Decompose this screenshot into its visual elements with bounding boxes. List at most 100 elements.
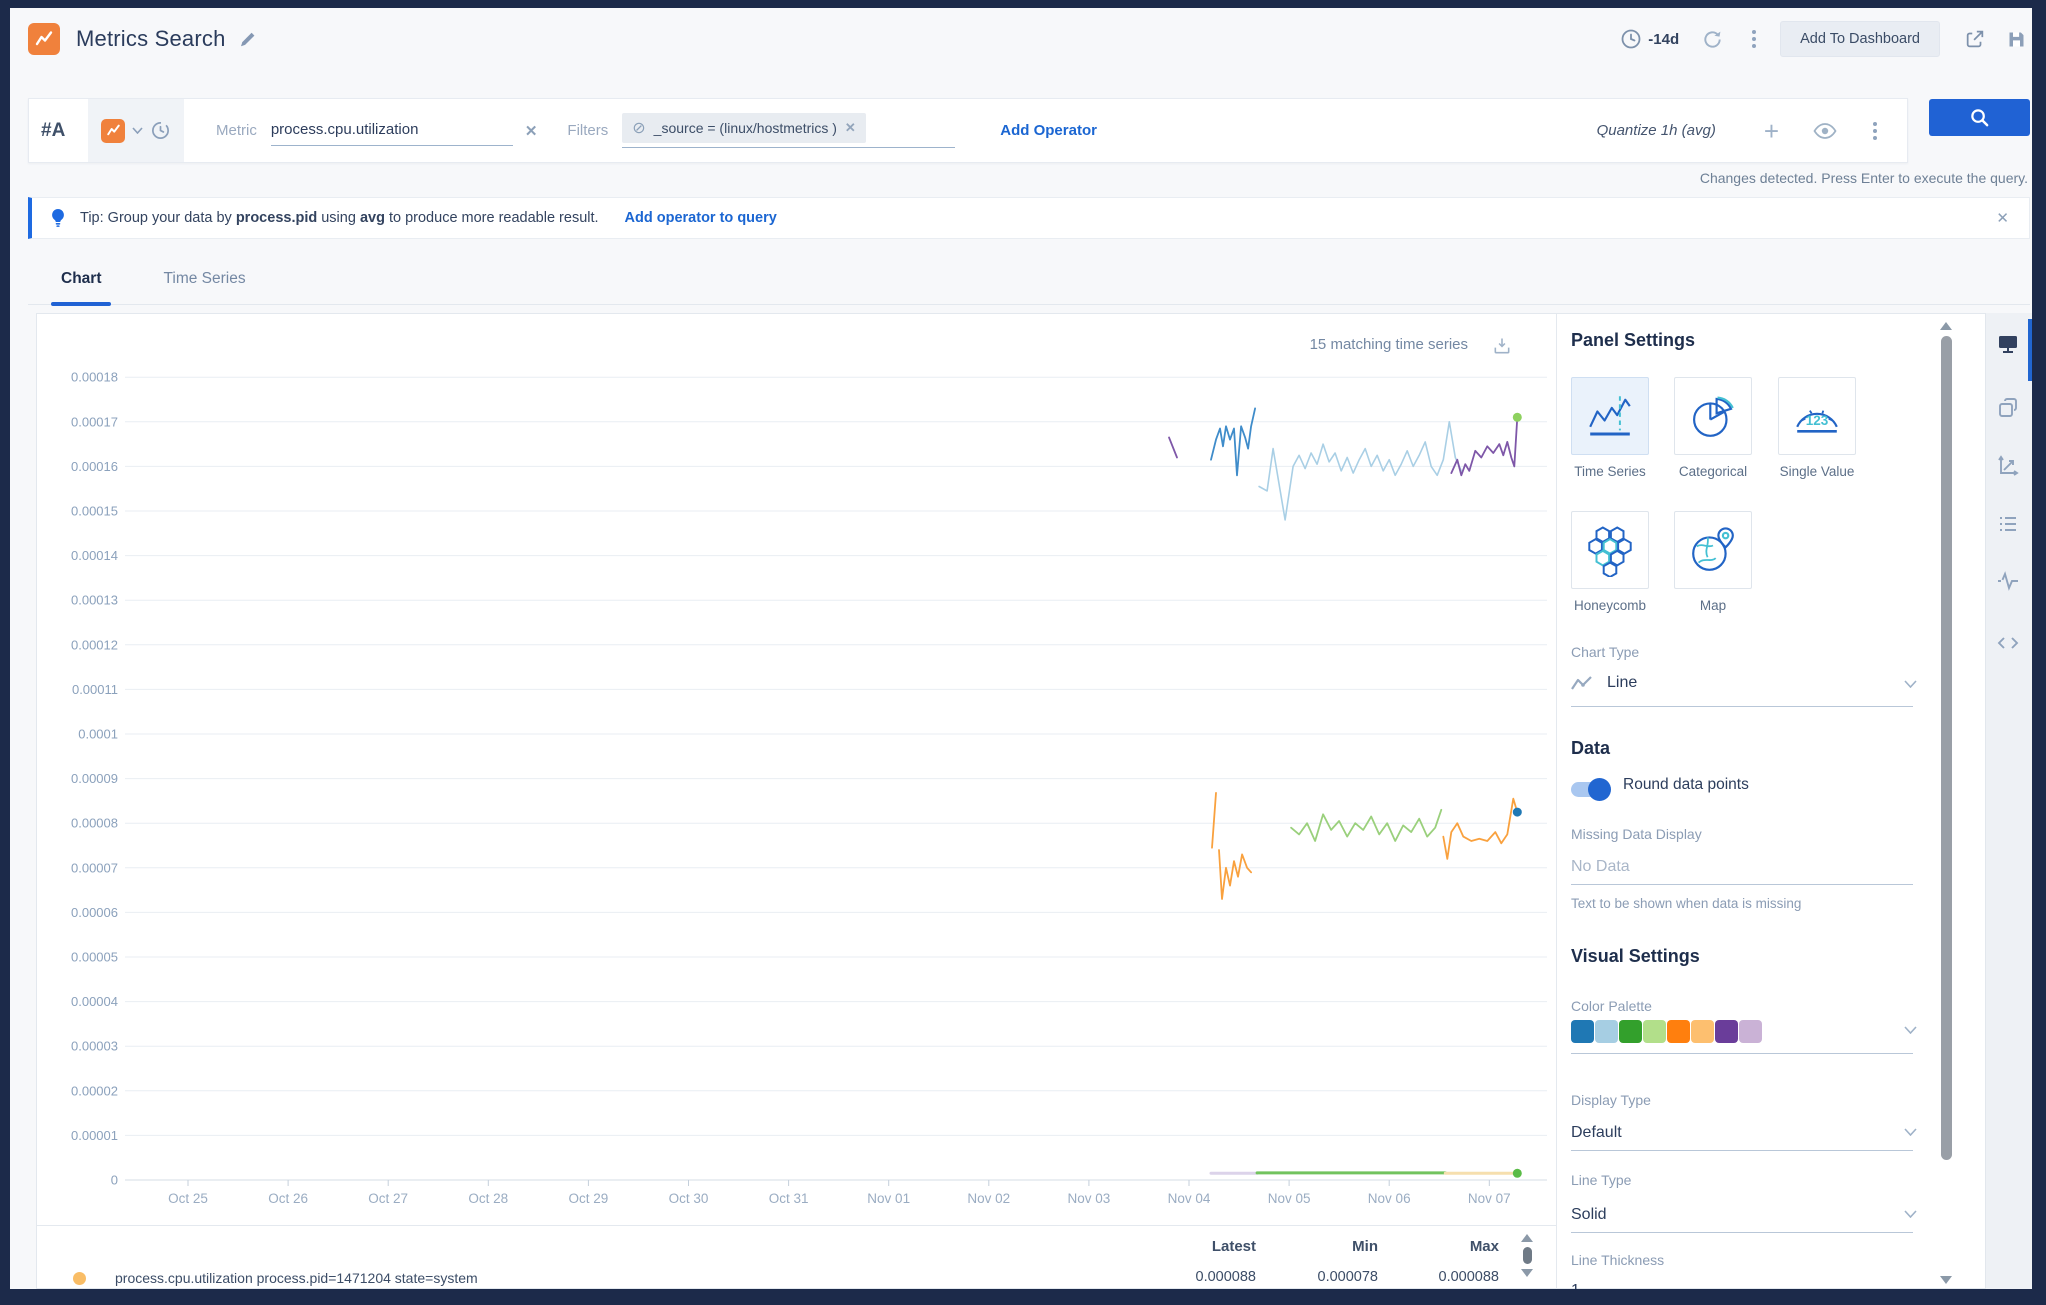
svg-text:0.00017: 0.00017 [71, 414, 118, 429]
svg-text:0.00014: 0.00014 [71, 548, 118, 563]
chart-type-chevron-icon[interactable] [1904, 680, 1917, 688]
svg-text:Nov 04: Nov 04 [1168, 1191, 1211, 1206]
app-background: Metrics Search -14d Add To Dashboard #A [10, 8, 2032, 1289]
scroll-thumb[interactable] [1941, 336, 1952, 1160]
color-palette-chevron-icon[interactable] [1904, 1026, 1917, 1034]
chart-pane: 15 matching time series 00.000010.000020… [37, 314, 1557, 1289]
display-type-label: Display Type [1571, 1092, 1651, 1108]
filters-input[interactable]: ⊘ _source = (linux/hostmetrics ) ✕ [622, 113, 955, 148]
categorical-tile-icon [1686, 389, 1740, 443]
svg-text:Nov 07: Nov 07 [1468, 1191, 1511, 1206]
tab-time-series[interactable]: Time Series [153, 270, 255, 304]
list-icon[interactable] [1996, 512, 2020, 536]
panel-type-single-value[interactable]: 123 Single Value [1778, 377, 1856, 479]
legend-min-value: 0.000078 [1318, 1269, 1378, 1285]
svg-text:0: 0 [111, 1173, 118, 1188]
chart-type-select[interactable]: Line [1571, 674, 1917, 692]
svg-text:Oct 29: Oct 29 [569, 1191, 609, 1206]
metrics-app-icon [28, 23, 60, 55]
svg-text:0.00018: 0.00018 [71, 370, 118, 385]
code-icon[interactable] [1996, 631, 2020, 655]
active-tool-indicator [2028, 319, 2032, 381]
display-type-chevron-icon[interactable] [1904, 1128, 1917, 1136]
metric-input-value: process.cpu.utilization [271, 121, 419, 138]
round-data-points-toggle[interactable] [1571, 782, 1609, 797]
svg-text:Nov 01: Nov 01 [867, 1191, 910, 1206]
palette-swatch [1643, 1020, 1666, 1043]
legend-max-value: 0.000088 [1439, 1269, 1499, 1285]
settings-scrollbar[interactable] [1938, 314, 1954, 1289]
metrics-query-icon [101, 119, 125, 143]
tip-text: Tip: Group your data by process.pid usin… [80, 210, 599, 226]
time-series-chart[interactable]: 00.000010.000020.000030.000040.000050.00… [37, 314, 1557, 1225]
tab-chart[interactable]: Chart [51, 270, 111, 304]
search-button[interactable] [1929, 99, 2030, 136]
add-operator-link[interactable]: Add Operator [1000, 122, 1097, 139]
panel-type-honeycomb[interactable]: Honeycomb [1571, 511, 1649, 613]
axes-icon[interactable] [1996, 454, 2020, 478]
svg-text:0.00007: 0.00007 [71, 860, 118, 875]
color-palette-select[interactable] [1571, 1020, 1762, 1043]
refresh-icon[interactable] [1701, 28, 1724, 51]
metric-input[interactable]: process.cpu.utilization [271, 115, 513, 146]
line-thickness-label: Line Thickness [1571, 1252, 1664, 1268]
missing-data-input[interactable]: No Data [1571, 858, 1630, 876]
svg-text:0.00016: 0.00016 [71, 459, 118, 474]
legend-scroll-up-icon[interactable] [1521, 1234, 1533, 1242]
search-icon [1969, 107, 1990, 128]
filter-chip-remove-icon[interactable]: ✕ [845, 120, 856, 136]
display-type-select[interactable]: Default [1571, 1124, 1622, 1142]
tip-banner: Tip: Group your data by process.pid usin… [28, 197, 2030, 239]
palette-swatch [1739, 1020, 1762, 1043]
metric-clear-icon[interactable]: ✕ [525, 122, 538, 140]
scroll-down-icon[interactable] [1940, 1276, 1952, 1284]
panel-type-time-series[interactable]: Time Series [1571, 377, 1649, 479]
svg-text:0.0001: 0.0001 [78, 727, 118, 742]
time-range-value[interactable]: -14d [1648, 31, 1679, 48]
palette-swatch [1571, 1020, 1594, 1043]
pulse-icon[interactable] [1996, 569, 2020, 593]
svg-text:Oct 27: Oct 27 [368, 1191, 408, 1206]
add-query-plus-icon[interactable]: + [1764, 118, 1779, 144]
history-icon[interactable] [150, 120, 171, 141]
legend-scroll-down-icon[interactable] [1521, 1269, 1533, 1277]
svg-text:0.00002: 0.00002 [71, 1083, 118, 1098]
page-title: Metrics Search [76, 26, 226, 52]
tip-add-operator-link[interactable]: Add operator to query [625, 210, 777, 226]
share-icon[interactable] [1964, 28, 1986, 50]
tip-close-icon[interactable]: ✕ [1996, 209, 2009, 227]
color-palette-label: Color Palette [1571, 998, 1652, 1014]
save-icon[interactable] [2006, 29, 2027, 50]
filter-chip[interactable]: ⊘ _source = (linux/hostmetrics ) ✕ [622, 113, 866, 143]
panel-type-map[interactable]: Map [1674, 511, 1752, 613]
svg-text:0.00011: 0.00011 [72, 682, 118, 697]
header-kebab-menu-icon[interactable] [1748, 26, 1760, 52]
panels-icon[interactable] [1996, 396, 2020, 420]
add-to-dashboard-button[interactable]: Add To Dashboard [1780, 21, 1940, 57]
svg-text:0.00005: 0.00005 [71, 950, 118, 965]
svg-text:Nov 05: Nov 05 [1268, 1191, 1311, 1206]
svg-text:Oct 26: Oct 26 [268, 1191, 308, 1206]
app-header: Metrics Search -14d Add To Dashboard [10, 8, 2032, 70]
line-type-chevron-icon[interactable] [1904, 1210, 1917, 1218]
time-range-clock-icon[interactable] [1620, 28, 1642, 50]
line-thickness-input[interactable]: 1 [1571, 1282, 1580, 1289]
svg-text:123: 123 [1806, 413, 1829, 428]
svg-text:0.00004: 0.00004 [71, 994, 118, 1009]
visibility-eye-icon[interactable] [1813, 123, 1837, 139]
query-kebab-menu-icon[interactable] [1869, 118, 1881, 144]
query-type-selector[interactable] [88, 99, 184, 162]
legend-scroll-thumb[interactable] [1523, 1247, 1532, 1264]
edit-pencil-icon[interactable] [238, 29, 258, 49]
line-type-select[interactable]: Solid [1571, 1206, 1607, 1224]
legend-series-dot [73, 1272, 86, 1285]
scroll-up-icon[interactable] [1940, 322, 1952, 330]
legend-scrollbar[interactable] [1519, 1234, 1535, 1286]
map-tile-icon [1686, 523, 1740, 577]
display-settings-icon[interactable] [1996, 332, 2020, 356]
app-window: Metrics Search -14d Add To Dashboard #A [0, 0, 2046, 1305]
svg-text:0.00013: 0.00013 [71, 593, 118, 608]
svg-text:Nov 02: Nov 02 [967, 1191, 1010, 1206]
panel-type-categorical[interactable]: Categorical [1674, 377, 1752, 479]
quantize-label[interactable]: Quantize 1h (avg) [1597, 122, 1716, 139]
